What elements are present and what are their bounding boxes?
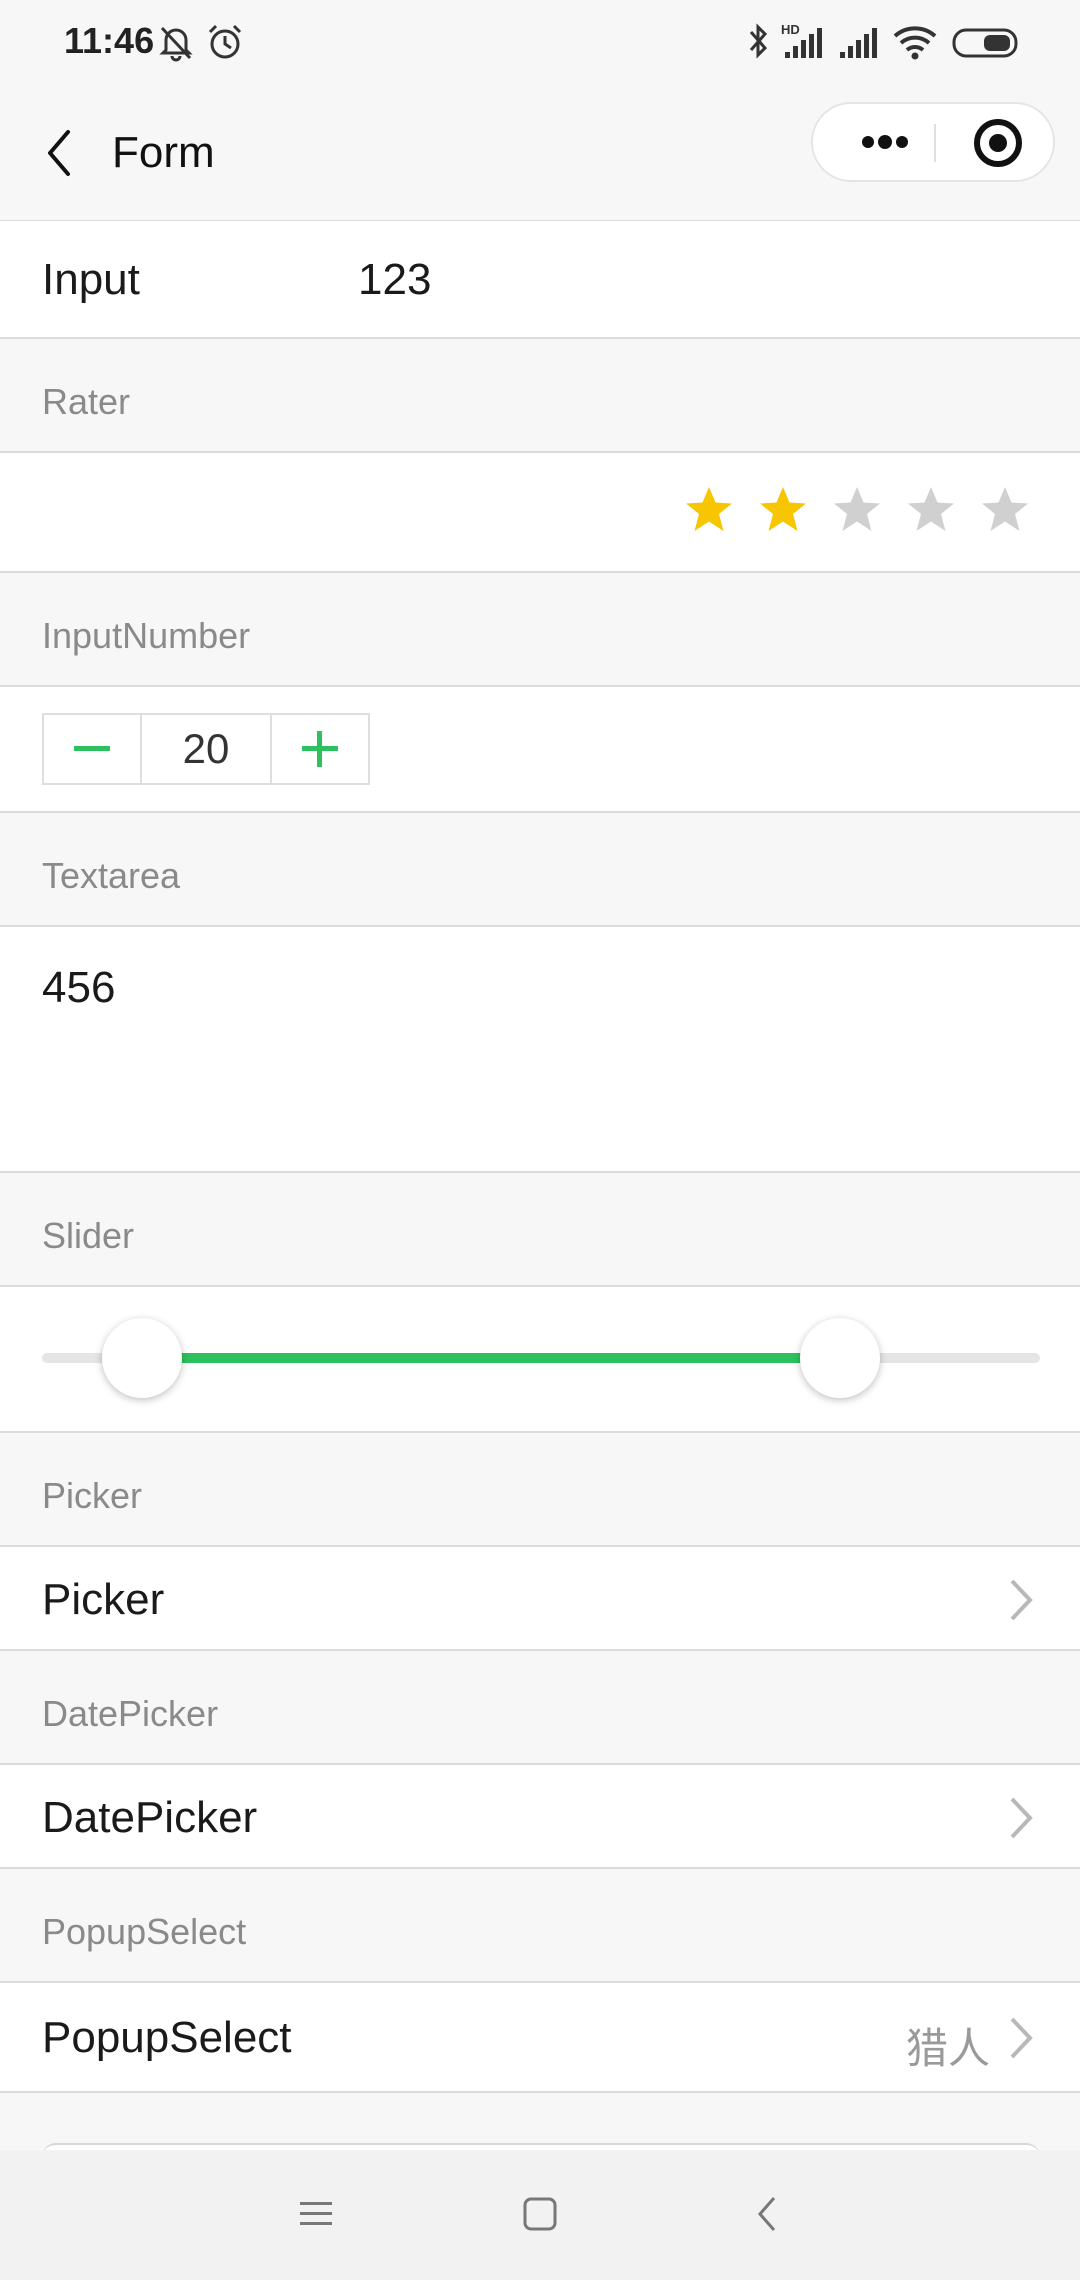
slider-section-header: Slider: [0, 1173, 1080, 1285]
signal-icon: [840, 28, 877, 58]
popupselect-value: 猎人: [905, 2025, 990, 2072]
datepicker-section-title: DatePicker: [42, 1693, 219, 1734]
picker-row[interactable]: Picker: [0, 1545, 1080, 1651]
menu-icon[interactable]: [298, 2196, 334, 2232]
chevron-left-icon[interactable]: [36, 118, 86, 188]
datepicker-section-header: DatePicker: [0, 1651, 1080, 1763]
slider-start-thumb[interactable]: [101, 1318, 182, 1398]
chevron-right-icon: [1010, 1579, 1033, 1621]
star-empty-icon[interactable]: [832, 485, 882, 535]
status-time: 11:46: [64, 20, 155, 61]
star-filled-icon[interactable]: [684, 485, 734, 535]
popupselect-section-title: PopupSelect: [42, 1911, 247, 1952]
rater-section-title: Rater: [42, 381, 131, 422]
target-icon[interactable]: [968, 114, 1028, 172]
textarea-section-header: Textarea: [0, 813, 1080, 925]
menu-capsule: [811, 102, 1055, 182]
increment-button[interactable]: [272, 715, 368, 783]
battery-icon: [952, 28, 1018, 58]
inputnumber-row: 20: [0, 685, 1080, 813]
slider-range-fill: [141, 1353, 841, 1363]
star-empty-icon[interactable]: [980, 485, 1030, 535]
plus-icon: [302, 731, 338, 767]
star-filled-icon[interactable]: [758, 485, 808, 535]
slider-section-title: Slider: [42, 1215, 135, 1256]
rater-section-header: Rater: [0, 339, 1080, 451]
page-title: Form: [112, 128, 215, 177]
picker-section-title: Picker: [42, 1475, 143, 1516]
input-label: Input: [42, 255, 140, 304]
chevron-right-icon: [1010, 2017, 1033, 2059]
quantity-stepper: 20: [42, 713, 370, 785]
chevron-right-icon: [1010, 1797, 1033, 1839]
textarea-field[interactable]: 456: [0, 925, 1080, 1173]
alarm-icon: [208, 24, 242, 59]
popupselect-label: PopupSelect: [42, 2013, 292, 2062]
slider-end-thumb[interactable]: [800, 1318, 881, 1398]
status-bar: 11:46 HD: [0, 0, 1080, 88]
wifi-icon: [893, 26, 937, 60]
capsule-divider: [934, 124, 936, 162]
bell-off-icon: [159, 26, 193, 62]
stepper-value[interactable]: 20: [140, 715, 272, 783]
star-rating[interactable]: [684, 485, 1030, 535]
picker-label: Picker: [42, 1575, 165, 1624]
decrement-button[interactable]: [44, 715, 140, 783]
system-nav-bar: [0, 2150, 1080, 2280]
slider-row: [0, 1285, 1080, 1433]
popupselect-section-header: PopupSelect: [0, 1869, 1080, 1981]
bluetooth-icon: [749, 23, 768, 59]
popupselect-row[interactable]: PopupSelect 猎人: [0, 1981, 1080, 2093]
star-empty-icon[interactable]: [906, 485, 956, 535]
top-nav-bar: Form: [0, 88, 1080, 222]
textarea-section-title: Textarea: [42, 855, 181, 896]
datepicker-label: DatePicker: [42, 1793, 258, 1842]
picker-section-header: Picker: [0, 1433, 1080, 1545]
rater-row: [0, 451, 1080, 573]
more-dots-icon[interactable]: [843, 104, 943, 180]
inputnumber-section-title: InputNumber: [42, 615, 251, 656]
minus-icon: [74, 746, 110, 751]
textarea-text: 456: [42, 963, 116, 1012]
input-field[interactable]: 123: [358, 255, 431, 305]
input-row[interactable]: Input 123: [0, 221, 1080, 339]
inputnumber-section-header: InputNumber: [0, 573, 1080, 685]
home-icon[interactable]: [522, 2196, 558, 2232]
back-icon[interactable]: [752, 2194, 782, 2234]
hd-signal-icon: [785, 28, 822, 58]
datepicker-row[interactable]: DatePicker: [0, 1763, 1080, 1869]
